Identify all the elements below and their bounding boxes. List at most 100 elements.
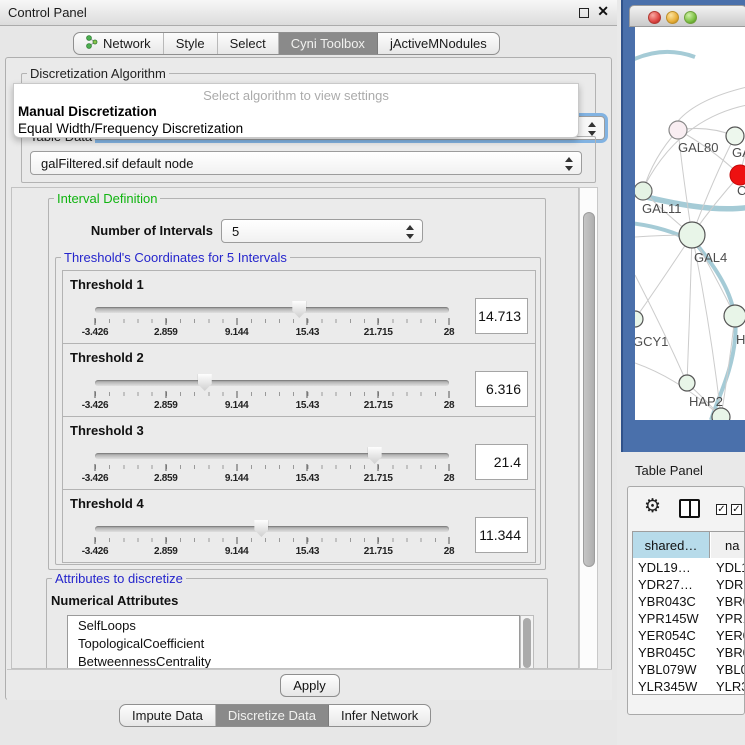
node-label: C xyxy=(737,183,745,198)
combo-arrows-icon xyxy=(564,156,573,172)
tab-discretize-data[interactable]: Discretize Data xyxy=(216,705,329,726)
slider-ticks xyxy=(95,319,449,323)
threshold-row: Threshold 3 -3.426 2.859 9.144 15.43 xyxy=(62,416,536,490)
slider-thumb[interactable] xyxy=(254,520,268,537)
group-title: Interval Definition xyxy=(54,191,160,206)
slider-track xyxy=(95,307,449,313)
threshold-slider[interactable]: -3.426 2.859 9.144 15.43 21.715 28 xyxy=(95,299,449,341)
threshold-slider[interactable]: -3.426 2.859 9.144 15.43 21.715 28 xyxy=(95,445,449,487)
network-icon xyxy=(86,35,98,52)
node-attribute-table[interactable]: shared… na YDL19…YDL1YDR27…YDR2YBR043CYB… xyxy=(632,531,745,695)
table-row[interactable]: YBL079WYBL0 xyxy=(633,661,745,678)
table-row[interactable]: YPR145WYPR1 xyxy=(633,610,745,627)
slider-track xyxy=(95,380,449,386)
tab-jactivemnodules[interactable]: jActiveMNodules xyxy=(378,33,499,54)
slider-ticks xyxy=(95,465,449,469)
list-item[interactable]: TopologicalCoefficient xyxy=(68,634,519,652)
combo-arrows-icon xyxy=(405,224,414,240)
threshold-row: Threshold 1 -3.426 2.859 9.144 15.43 xyxy=(62,270,536,344)
group-title: Attributes to discretize xyxy=(52,571,186,586)
popup-placeholder: Select algorithm to view settings xyxy=(14,88,578,103)
numerical-attributes-label: Numerical Attributes xyxy=(51,593,178,608)
table-panel-region: Table Panel ⚙ shared… na YDL19…YDL1YDR27… xyxy=(621,452,745,745)
node-label-gal11: GAL11 xyxy=(642,201,682,216)
list-scrollbar[interactable] xyxy=(520,615,534,669)
num-intervals-label: Number of Intervals xyxy=(73,223,213,238)
table-row[interactable]: YBR043CYBR0 xyxy=(633,593,745,610)
column-header-shared-name[interactable]: shared… xyxy=(633,532,710,558)
group-title: Threshold's Coordinates for 5 Intervals xyxy=(61,250,290,265)
slider-track xyxy=(95,526,449,532)
network-window-titlebar xyxy=(629,5,745,27)
node-label-gcy1: GCY1 xyxy=(635,334,668,349)
table-panel-title: Table Panel xyxy=(635,463,703,478)
float-window-icon[interactable] xyxy=(579,8,589,18)
close-traffic-light-icon[interactable] xyxy=(648,11,661,24)
threshold-value-input[interactable]: 11.344 xyxy=(475,517,528,553)
list-item[interactable]: SelfLoops xyxy=(68,616,519,634)
column-header-name[interactable]: na xyxy=(711,532,745,558)
node-label: H xyxy=(736,332,745,347)
network-canvas[interactable]: GAL80 GA C GAL11 GAL4 GCY1 H HAP2 xyxy=(635,27,745,420)
cyni-bottom-tabbar: Impute Data Discretize Data Infer Networ… xyxy=(119,704,431,727)
table-row[interactable]: YBR045CYBR0 xyxy=(633,644,745,661)
threshold-value-input[interactable]: 6.316 xyxy=(475,371,528,407)
slider-thumb[interactable] xyxy=(292,301,306,318)
control-panel-titlebar: Control Panel ✕ xyxy=(0,0,617,26)
table-row[interactable]: YDL19…YDL1 xyxy=(633,559,745,576)
list-item[interactable]: BetweennessCentrality xyxy=(68,652,519,669)
threshold-slider[interactable]: -3.426 2.859 9.144 15.43 21.715 28 xyxy=(95,518,449,560)
group-title: Discretization Algorithm xyxy=(27,66,169,81)
tab-cyni-toolbox[interactable]: Cyni Toolbox xyxy=(279,33,378,54)
node-label: GA xyxy=(732,145,745,160)
apply-bar: Apply xyxy=(7,669,612,700)
tab-style[interactable]: Style xyxy=(164,33,218,54)
gear-icon[interactable]: ⚙ xyxy=(644,495,661,517)
num-intervals-combobox[interactable]: 5 xyxy=(221,219,423,243)
threshold-value-input[interactable]: 21.4 xyxy=(475,444,528,480)
tab-network[interactable]: Network xyxy=(74,33,164,54)
scrollbar-thumb[interactable] xyxy=(583,212,595,567)
slider-thumb[interactable] xyxy=(368,447,382,464)
table-panel: ⚙ shared… na YDL19…YDL1YDR27…YDR2YBR043C… xyxy=(627,486,745,715)
node-label-hap2: HAP2 xyxy=(689,394,723,409)
maximize-traffic-light-icon[interactable] xyxy=(684,11,697,24)
table-row[interactable]: YER054CYER0 xyxy=(633,627,745,644)
slider-ticks xyxy=(95,392,449,396)
interval-definition-group: Interval Definition Number of Intervals … xyxy=(48,198,546,570)
close-icon[interactable]: ✕ xyxy=(597,3,609,20)
checkbox-icon[interactable] xyxy=(716,504,727,515)
window-title: Control Panel xyxy=(8,5,87,20)
popup-item-manual-discretization[interactable]: Manual Discretization xyxy=(14,103,578,120)
threshold-slider[interactable]: -3.426 2.859 9.144 15.43 21.715 28 xyxy=(95,372,449,414)
vertical-scrollbar[interactable] xyxy=(579,187,598,669)
table-data-combobox[interactable]: galFiltered.sif default node xyxy=(30,151,582,175)
node-label-gal80: GAL80 xyxy=(678,140,718,155)
threshold-value-input[interactable]: 14.713 xyxy=(475,298,528,334)
threshold-row: Threshold 4 -3.426 2.859 9.144 15.43 xyxy=(62,489,536,563)
control-panel-tabbar: Network Style Select Cyni Toolbox jActiv… xyxy=(73,32,500,55)
tab-infer-network[interactable]: Infer Network xyxy=(329,705,430,726)
node-label-gal4: GAL4 xyxy=(694,250,727,265)
table-data-group: Table Data galFiltered.sif default node xyxy=(21,136,596,183)
table-row[interactable]: YLR345WYLR3 xyxy=(633,678,745,695)
checkbox-icon[interactable] xyxy=(731,504,742,515)
control-panel-window: Control Panel ✕ Network Style Select Cyn… xyxy=(0,0,617,745)
minimize-traffic-light-icon[interactable] xyxy=(666,11,679,24)
column-view-icon[interactable] xyxy=(679,499,700,518)
tab-impute-data[interactable]: Impute Data xyxy=(120,705,216,726)
attributes-group: Attributes to discretize Numerical Attri… xyxy=(46,578,548,669)
slider-thumb[interactable] xyxy=(198,374,212,391)
slider-track xyxy=(95,453,449,459)
numerical-attributes-list[interactable]: SelfLoops TopologicalCoefficient Between… xyxy=(67,615,520,669)
tab-select[interactable]: Select xyxy=(218,33,279,54)
settings-scroll-viewport: Interval Definition Number of Intervals … xyxy=(11,187,579,669)
table-row[interactable]: YDR27…YDR2 xyxy=(633,576,745,593)
threshold-row: Threshold 2 -3.426 2.859 9.144 15.43 xyxy=(62,343,536,417)
apply-button[interactable]: Apply xyxy=(280,674,340,697)
network-view-window: GAL80 GA C GAL11 GAL4 GCY1 H HAP2 xyxy=(621,0,745,452)
slider-ticks xyxy=(95,538,449,542)
thresholds-group: Threshold's Coordinates for 5 Intervals … xyxy=(55,257,541,565)
cyni-toolbox-panel: Discretization Algorithm Select algorith… xyxy=(5,57,612,700)
popup-item-equal-width[interactable]: Equal Width/Frequency Discretization xyxy=(14,120,578,137)
